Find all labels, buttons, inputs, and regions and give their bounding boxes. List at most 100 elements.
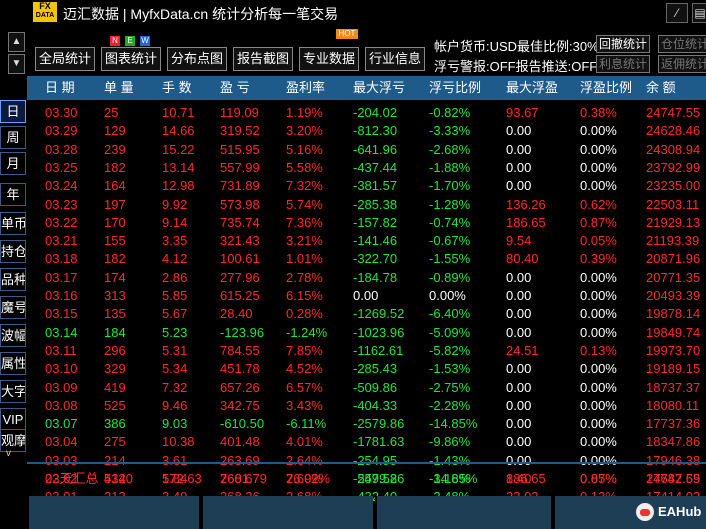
cell-max-float-loss: -2579.86 — [353, 416, 405, 432]
table-row[interactable]: 03.21 155 3.35 321.43 3.21% -141.46 -0.67% 9.54… — [27, 232, 706, 250]
cell-profit-rate: 2.64% — [286, 452, 323, 468]
cell-lots: 10.71 — [162, 105, 195, 120]
cell-balance: 22503.11 — [646, 196, 700, 212]
table-row[interactable]: 03.17 174 2.86 277.96 2.78% -184.78 -0.89% 0.00… — [27, 269, 706, 287]
header-date[interactable]: 日 期 — [45, 76, 75, 100]
cell-balance: 19878.14 — [646, 306, 701, 322]
nav-position[interactable]: 持仓 — [0, 240, 26, 263]
cell-profit: 515.95 — [220, 141, 260, 157]
cell-balance: 24308.94 — [646, 141, 701, 157]
nav-observe[interactable]: 观摩 — [0, 429, 26, 452]
nav-bigfont[interactable]: 大字 — [0, 380, 26, 403]
header-lots[interactable]: 手 数 — [162, 76, 192, 100]
table-row[interactable]: 03.10 329 5.34 451.78 4.52% -285.43 -1.53% 0.00… — [27, 360, 706, 378]
report-screenshot-button[interactable]: 报告截图 — [233, 47, 293, 71]
nav-year[interactable]: 年 — [0, 183, 26, 206]
nav-week[interactable]: 周 — [0, 126, 26, 149]
position-stats-button[interactable]: 仓位统计 — [658, 35, 706, 53]
table-row[interactable]: 03.14 184 5.23 -123.96 -1.24% -1023.96 -5.09% 0… — [27, 324, 706, 342]
cell-max-float-profit: 136.26 — [506, 196, 546, 212]
table-row[interactable]: 03.23 197 9.92 573.98 5.74% -285.38 -1.28% 136.… — [27, 196, 706, 214]
table-row[interactable]: 03.25 182 13.14 557.99 5.58% -437.44 -1.88% 0.0… — [27, 159, 706, 177]
header-max-float-profit[interactable]: 最大浮盈 — [506, 76, 558, 100]
distribution-chart-button[interactable]: 分布点图 — [167, 47, 227, 71]
cell-lots: 9.46 — [162, 397, 188, 413]
cell-float-loss-ratio: -1.88% — [429, 159, 471, 175]
bottom-tab-3[interactable] — [375, 496, 551, 529]
table-row[interactable]: 03.07 386 9.03 -610.50 -6.11% -2579.86 -14.85%… — [27, 415, 706, 433]
nav-attribute[interactable]: 属性 — [0, 352, 26, 375]
header-orders[interactable]: 单 量 — [104, 76, 134, 100]
chart-stats-button[interactable]: 图表统计 — [101, 47, 161, 71]
cell-float-loss-ratio: -2.75% — [429, 379, 471, 395]
cell-max-float-profit: 0.00 — [506, 397, 532, 413]
nav-vip[interactable]: VIP — [0, 408, 26, 431]
nav-month[interactable]: 月 — [0, 152, 26, 175]
rebate-stats-button[interactable]: 返佣统计 — [658, 55, 706, 73]
pro-data-button[interactable]: 专业数据 — [299, 47, 359, 71]
header-float-profit-ratio[interactable]: 浮盈比例 — [580, 76, 632, 100]
cell-float-loss-ratio: -1.28% — [429, 196, 471, 212]
cell-max-float-loss: -184.78 — [353, 269, 398, 285]
global-stats-button[interactable]: 全局统计 — [35, 47, 95, 71]
table-row[interactable]: 03.08 525 9.46 342.75 3.43% -404.33 -2.28% 0.00… — [27, 397, 706, 415]
cell-profit: 100.61 — [220, 251, 260, 267]
nav-day[interactable]: 日 — [0, 100, 26, 123]
cell-profit-rate: 3.43% — [286, 397, 323, 413]
header-profit[interactable]: 盈 亏 — [220, 76, 250, 100]
cell-orders: 275 — [104, 434, 126, 450]
cell-lots: 9.92 — [162, 196, 188, 212]
table-row[interactable]: 03.16 313 5.85 615.25 6.15% 0.00 0.00% 0.00 0.00… — [27, 287, 706, 305]
header-float-loss-ratio[interactable]: 浮亏比例 — [429, 76, 481, 100]
drawdown-stats-button[interactable]: 回撤统计 — [596, 35, 651, 53]
nav-magic[interactable]: 魔号 — [0, 296, 26, 319]
cell-profit: 657.26 — [220, 379, 260, 395]
nav-volatility[interactable]: 波幅 — [0, 324, 26, 347]
interest-stats-button[interactable]: 利息统计 — [596, 55, 651, 73]
header-max-float-loss[interactable]: 最大浮亏 — [353, 76, 405, 100]
nav-currency[interactable]: 单币 — [0, 212, 26, 235]
table-row[interactable]: 03.18 182 4.12 100.61 1.01% -322.70 -1.55% 80.4… — [27, 250, 706, 268]
cell-float-loss-ratio: -3.33% — [429, 123, 471, 139]
cell-date: 03.18 — [45, 251, 78, 267]
cell-profit: 573.98 — [220, 196, 260, 212]
nav-symbol[interactable]: 品种 — [0, 268, 26, 291]
cell-date: 03.03 — [45, 452, 78, 468]
summary-float-loss-ratio: -14.85% — [429, 471, 478, 486]
cell-float-loss-ratio: -5.82% — [429, 342, 471, 358]
cell-lots: 10.38 — [162, 434, 195, 450]
table-row[interactable]: 03.24 164 12.98 731.89 7.32% -381.57 -1.70% 0.0… — [27, 177, 706, 195]
industry-info-button[interactable]: 行业信息 — [365, 47, 425, 71]
table-row[interactable]: 03.28 239 15.22 515.95 5.16% -641.96 -2.68% 0.0… — [27, 141, 706, 159]
cell-max-float-profit: 0.00 — [506, 361, 532, 377]
nav-more-icon[interactable]: v — [6, 448, 11, 459]
table-row[interactable]: 03.11 296 5.31 784.55 7.85% -1162.61 -5.82% 24.… — [27, 342, 706, 360]
table-row[interactable]: 03.04 275 10.38 401.48 4.01% -1781.63 -9.86% 0.… — [27, 433, 706, 451]
table-row[interactable]: 03.09 419 7.32 657.26 6.57% -509.86 -2.75% 0.00… — [27, 379, 706, 397]
cell-float-loss-ratio: -14.85% — [429, 416, 478, 432]
scroll-down-button[interactable]: ▼ — [8, 54, 25, 74]
cell-lots: 2.86 — [162, 269, 188, 285]
cell-lots: 13.14 — [162, 159, 195, 175]
summary-orders: 5320 — [104, 471, 133, 486]
cell-profit: 28.40 — [220, 306, 253, 322]
header-balance[interactable]: 余 额 — [646, 76, 676, 100]
cell-max-float-loss: -812.30 — [353, 123, 398, 139]
cell-profit: 401.48 — [220, 434, 260, 450]
menu-button[interactable]: ▤ — [692, 3, 706, 23]
table-row[interactable]: 03.15 135 5.67 28.40 0.28% -1269.52 -6.40% 0.00… — [27, 305, 706, 323]
cell-max-float-profit: 0.00 — [506, 416, 532, 432]
table-row[interactable]: 03.30 25 10.71 119.09 1.19% -204.02 -0.82% 93.6… — [27, 104, 706, 122]
cell-balance: 21929.13 — [646, 214, 701, 230]
table-row[interactable]: 03.29 129 14.66 319.52 3.20% -812.30 -3.33% 0.0… — [27, 122, 706, 140]
scroll-up-button[interactable]: ▲ — [8, 32, 25, 52]
cell-profit-rate: 7.85% — [286, 342, 323, 358]
edit-button[interactable]: ⁄ — [666, 3, 688, 23]
bottom-tab-1[interactable] — [27, 496, 199, 529]
table-row[interactable]: 03.03 214 3.61 263.69 2.64% -254.95 -1.43% 0.00… — [27, 452, 706, 470]
header-profit-rate[interactable]: 盈利率 — [286, 76, 325, 100]
cell-balance: 23792.99 — [646, 159, 701, 175]
cell-profit-rate: 4.01% — [286, 434, 323, 450]
table-row[interactable]: 03.22 170 9.14 735.74 7.36% -157.82 -0.74% 186.… — [27, 214, 706, 232]
bottom-tab-2[interactable] — [201, 496, 373, 529]
